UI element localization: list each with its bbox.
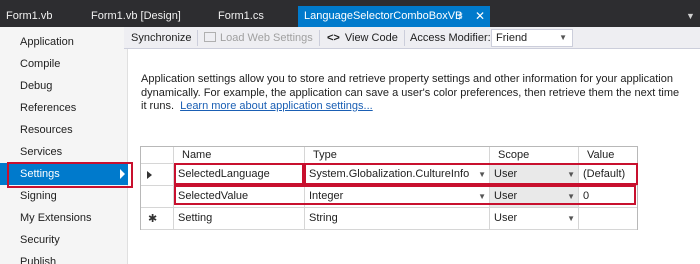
tab-label: LanguageSelectorComboBoxVB: [304, 10, 463, 22]
settings-toolbar: Synchronize Load Web Settings <> View Cod…: [124, 27, 700, 49]
chevron-down-icon: ▼: [567, 170, 575, 179]
learn-more-link[interactable]: Learn more about application settings...: [180, 100, 373, 112]
chevron-down-icon: ▼: [559, 33, 567, 42]
settings-grid: Name Type Scope Value SelectedLanguage S…: [140, 146, 638, 230]
nav-item-label: References: [20, 102, 77, 114]
pin-icon[interactable]: ♯: [458, 6, 463, 27]
row-header[interactable]: [141, 186, 174, 208]
nav-item-label: Settings: [20, 168, 60, 180]
nav-item-label: Compile: [20, 58, 61, 70]
new-row-asterisk-icon: ✱: [148, 213, 158, 225]
nav-item-services[interactable]: Services: [0, 141, 128, 163]
tab-form1-vb[interactable]: Form1.vb: [6, 6, 52, 27]
row-header[interactable]: [141, 164, 174, 186]
setting-type-value: Integer: [309, 190, 344, 202]
setting-scope-cell[interactable]: User ▼: [490, 186, 579, 208]
column-header-scope[interactable]: Scope: [490, 147, 579, 164]
code-icon: <>: [327, 32, 340, 44]
synchronize-label: Synchronize: [131, 32, 192, 44]
nav-item-label: Signing: [20, 190, 57, 202]
load-web-settings-button[interactable]: Load Web Settings: [204, 27, 313, 49]
setting-name-cell[interactable]: SelectedLanguage: [174, 164, 305, 186]
nav-item-signing[interactable]: Signing: [0, 185, 128, 207]
nav-item-settings[interactable]: Settings: [0, 163, 128, 185]
setting-scope-cell[interactable]: User ▼: [490, 208, 579, 230]
setting-scope-value: User: [494, 190, 518, 202]
nav-item-references[interactable]: References: [0, 97, 128, 119]
access-modifier-label: Access Modifier:: [410, 32, 491, 44]
close-icon[interactable]: ✕: [475, 6, 485, 27]
setting-name-cell[interactable]: SelectedValue: [174, 186, 305, 208]
nav-item-resources[interactable]: Resources: [0, 119, 128, 141]
chevron-down-icon: ▼: [478, 170, 486, 179]
nav-item-label: Services: [20, 146, 63, 158]
web-settings-icon: [204, 32, 216, 42]
setting-type-value: String: [309, 212, 338, 224]
column-header-value[interactable]: Value: [579, 147, 637, 164]
setting-value-cell[interactable]: [579, 208, 637, 230]
chevron-down-icon: ▼: [567, 192, 575, 201]
nav-item-application[interactable]: Application: [0, 31, 128, 53]
load-web-settings-label: Load Web Settings: [220, 32, 313, 44]
setting-scope-value: User: [494, 212, 518, 224]
setting-scope-cell[interactable]: User ▼: [490, 164, 579, 186]
nav-item-label: Application: [20, 36, 74, 48]
column-header-type[interactable]: Type: [305, 147, 490, 164]
nav-item-debug[interactable]: Debug: [0, 75, 128, 97]
selected-arrow-icon: [120, 169, 125, 179]
setting-value-cell[interactable]: 0: [579, 186, 637, 208]
current-row-arrow-icon: [147, 171, 152, 179]
row-header[interactable]: ✱: [141, 208, 174, 230]
setting-scope-value: User: [494, 168, 518, 180]
view-code-button[interactable]: <> View Code: [327, 27, 398, 49]
tab-language-selector[interactable]: LanguageSelectorComboBoxVB ♯ ✕: [298, 6, 490, 27]
nav-item-my-extensions[interactable]: My Extensions: [0, 207, 128, 229]
settings-description: Application settings allow you to store …: [141, 73, 681, 114]
column-header-name[interactable]: Name: [174, 147, 305, 164]
tab-label: Form1.vb: [6, 10, 53, 22]
nav-item-security[interactable]: Security: [0, 229, 128, 251]
tab-label: Form1.vb [Design]: [91, 10, 181, 22]
project-properties-nav: Application Compile Debug References Res…: [0, 27, 128, 264]
toolbar-separator: [319, 30, 320, 46]
nav-item-label: Resources: [20, 124, 73, 136]
chevron-down-icon[interactable]: ▼: [686, 6, 695, 27]
tab-label: Form1.cs: [218, 10, 264, 22]
chevron-down-icon: ▼: [567, 214, 575, 223]
tab-form1-design[interactable]: Form1.vb [Design]: [91, 6, 181, 27]
nav-item-compile[interactable]: Compile: [0, 53, 128, 75]
nav-item-label: My Extensions: [20, 212, 92, 224]
setting-type-cell[interactable]: String: [305, 208, 490, 230]
toolbar-separator: [197, 30, 198, 46]
tab-form1-cs[interactable]: Form1.cs: [218, 6, 264, 27]
nav-item-publish[interactable]: Publish: [0, 251, 128, 264]
setting-value-cell[interactable]: (Default): [579, 164, 637, 186]
access-modifier-value: Friend: [496, 32, 528, 44]
setting-type-cell[interactable]: Integer ▼: [305, 186, 490, 208]
toolbar-separator: [404, 30, 405, 46]
view-code-label: View Code: [344, 32, 398, 44]
setting-type-cell[interactable]: System.Globalization.CultureInfo ▼: [305, 164, 490, 186]
nav-item-label: Publish: [20, 256, 57, 264]
nav-item-label: Debug: [20, 80, 53, 92]
chevron-down-icon: ▼: [478, 192, 486, 201]
grid-corner-header: [141, 147, 174, 164]
access-modifier-select[interactable]: Friend ▼: [491, 29, 573, 47]
setting-name-cell[interactable]: Setting: [174, 208, 305, 230]
synchronize-button[interactable]: Synchronize: [131, 27, 192, 49]
setting-type-value: System.Globalization.CultureInfo: [309, 168, 470, 180]
nav-item-label: Security: [20, 234, 60, 246]
document-tab-strip: Form1.vb Form1.vb [Design] Form1.cs Lang…: [0, 0, 700, 27]
